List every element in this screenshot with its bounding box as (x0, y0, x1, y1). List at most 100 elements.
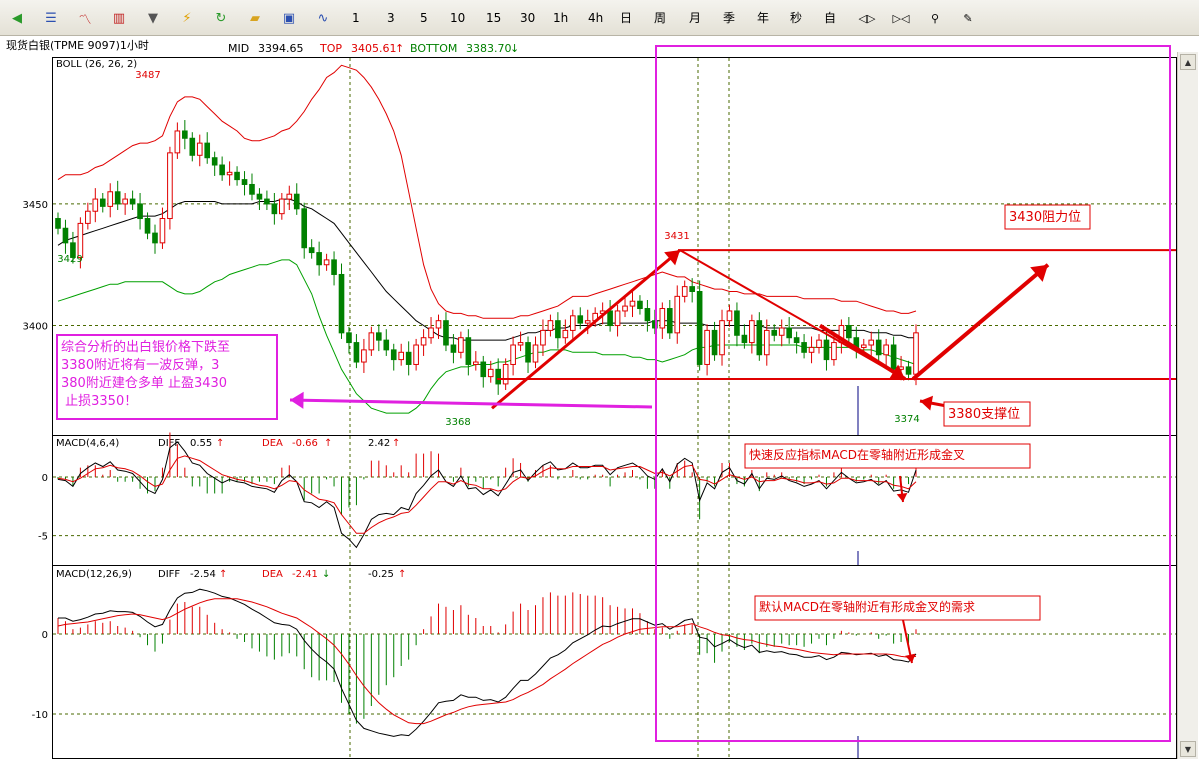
save-icon[interactable]: ▣ (280, 9, 298, 27)
period-button-3[interactable]: 10 (450, 10, 465, 26)
candle (122, 198, 128, 205)
analysis-note: 综合分析的出白银价格下跌至 3380附近将有一波反弹，3 380附近建仓多单 止盈3… (56, 334, 278, 420)
candle (301, 208, 308, 249)
lightning-icon[interactable]: ⚡ (178, 9, 196, 27)
zoom-icon[interactable]: ⚲ (926, 9, 944, 27)
candle (450, 344, 457, 353)
candle (152, 232, 158, 244)
candle (883, 344, 889, 356)
candle (323, 259, 330, 266)
line-chart-icon[interactable]: 〽 (76, 9, 94, 28)
macd2-dea-value: -2.41 (292, 569, 318, 580)
macd2-diff-arrow: ↑ (219, 569, 227, 580)
macd2-params: MACD(12,26,9) (56, 569, 132, 580)
period-button-2[interactable]: 5 (420, 10, 428, 26)
candle (704, 329, 710, 365)
candle (338, 273, 345, 334)
candle (681, 286, 688, 297)
macd1-diff-value: 0.55 (190, 438, 212, 449)
period-button-4[interactable]: 15 (486, 10, 501, 26)
folder-icon[interactable]: ▰ (246, 9, 264, 27)
period-button-5[interactable]: 30 (520, 10, 535, 26)
chart-area: 现货白银(TPME 9097)1小时 MID 3394.65 TOP 3405.… (0, 36, 1199, 759)
candle (763, 329, 770, 356)
candle (174, 130, 181, 154)
candle (167, 152, 173, 220)
period-button-0[interactable]: 1 (352, 10, 360, 26)
candle (256, 193, 263, 200)
period-button-6[interactable]: 1h (553, 10, 568, 26)
macd-fast-arrow-head (896, 492, 908, 502)
candle (801, 342, 807, 353)
resistance-note: 3430阻力位 (1004, 204, 1091, 230)
macd1-macd-value: 2.42 (368, 438, 390, 449)
wave-icon[interactable]: ∿ (314, 9, 332, 27)
dropdown-icon[interactable]: ▼ (144, 9, 162, 27)
candle (823, 339, 830, 361)
toolbar: ◀ ☰ 〽 ▥ ▼ ⚡ ↻ ▰ ▣ ∿ 1 3 5 10 15 30 1h 4h 日 周 月 季 年 秒 自 ◁▷ ▷◁ ⚲ ✎ (0, 0, 1199, 36)
label-low-3368: 3368 (445, 417, 470, 428)
candle (831, 342, 837, 361)
boll-upper-line (57, 64, 917, 319)
period-button-11[interactable]: 季 (723, 10, 735, 26)
candle (271, 203, 278, 215)
candle (890, 344, 897, 370)
refresh-icon[interactable]: ↻ (212, 9, 230, 27)
macd2-macd-arrow: ↑ (398, 569, 406, 580)
back-icon[interactable]: ◀ (8, 9, 26, 27)
analysis-note-line-2: 380附近建仓多单 止盈3430 (61, 375, 227, 391)
candle (860, 344, 867, 348)
macd2-panel-frame (52, 565, 1177, 759)
period-button-10[interactable]: 月 (689, 10, 701, 26)
macd-default-note-line-0: 默认MACD在零轴附近有形成金叉的需求 (759, 599, 975, 614)
expand-icon[interactable]: ◁▷ (858, 9, 876, 27)
macd2-ytick-1: -10 (32, 710, 48, 721)
period-button-7[interactable]: 4h (588, 10, 603, 26)
candle (99, 198, 106, 207)
scroll-down-icon[interactable]: ▼ (1180, 741, 1196, 757)
candle (472, 361, 479, 365)
pen-icon[interactable]: ✎ (959, 9, 977, 27)
candle (480, 361, 487, 378)
candle (510, 344, 516, 365)
candle (346, 332, 352, 344)
candle (249, 183, 255, 195)
period-button-8[interactable]: 日 (620, 10, 632, 26)
candle (264, 198, 270, 205)
candle (562, 329, 569, 339)
support-note: 3380支撑位 (943, 401, 1031, 427)
candle (368, 332, 375, 351)
candle (383, 339, 390, 351)
candle (502, 363, 509, 385)
macd2-ytick-0: 0 (42, 630, 48, 641)
label-high-3487: 3487 (135, 70, 160, 81)
period-button-12[interactable]: 年 (757, 10, 769, 26)
candle (793, 337, 800, 344)
candle (607, 310, 613, 327)
candle (629, 300, 636, 307)
vertical-scrollbar[interactable]: ▲ ▼ (1177, 52, 1198, 759)
candle (487, 368, 494, 378)
period-button-1[interactable]: 3 (387, 10, 395, 26)
scroll-up-icon[interactable]: ▲ (1180, 54, 1196, 70)
collapse-icon[interactable]: ▷◁ (892, 9, 910, 27)
uptrend-arrow (491, 249, 681, 410)
label-swing-high-3431: 3431 (664, 231, 689, 242)
period-button-13[interactable]: 秒 (790, 10, 802, 26)
macd-default-note: 默认MACD在零轴附近有形成金叉的需求 (754, 595, 1041, 621)
candle (316, 252, 322, 266)
candle (182, 130, 188, 139)
symbol-title: 现货白银(TPME 9097)1小时 (6, 38, 149, 52)
period-button-9[interactable]: 周 (654, 10, 666, 26)
analysis-arrow (289, 398, 653, 409)
candle (666, 308, 673, 334)
candle (234, 171, 240, 181)
candle (159, 218, 166, 244)
label-3429: 3429 (57, 254, 82, 265)
candle (778, 327, 785, 336)
period-button-14[interactable]: 自 (824, 10, 836, 26)
macd-fast-note: 快速反应指标MACD在零轴附近形成金叉 (744, 443, 1031, 469)
macd1-diff-arrow: ↑ (216, 438, 224, 449)
list-icon[interactable]: ☰ (42, 9, 60, 27)
kline-icon[interactable]: ▥ (110, 9, 128, 27)
